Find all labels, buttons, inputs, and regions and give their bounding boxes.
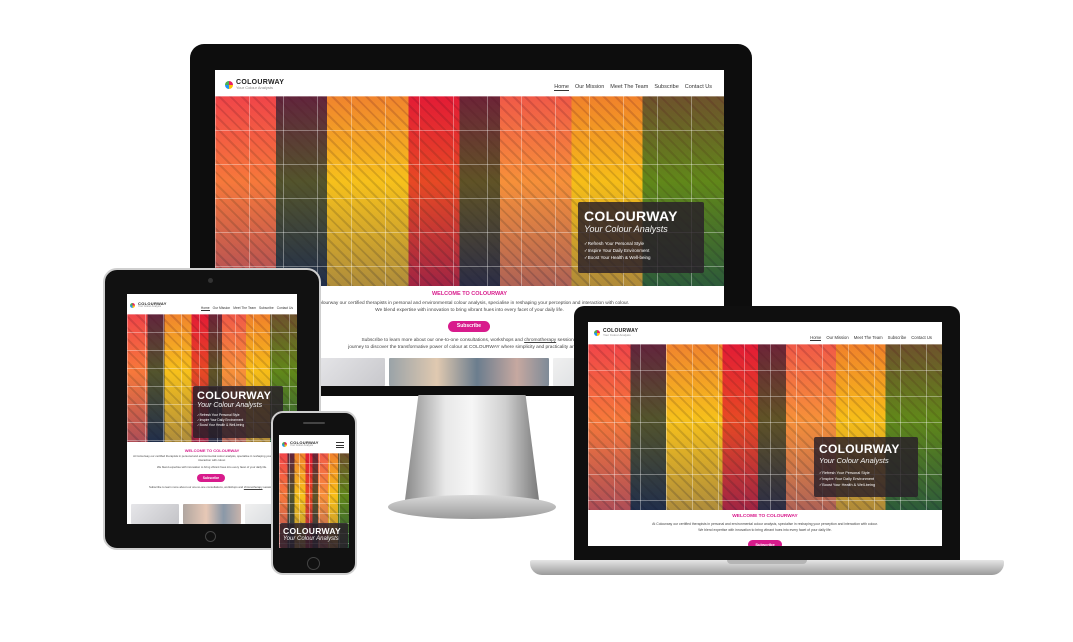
hero-title: COLOURWAY [283,526,341,536]
subscribe-button[interactable]: Subscribe [197,474,225,482]
hero-subtitle: Your Colour Analysts [819,456,889,465]
hero-subtitle: Your Colour Analysts [283,536,339,542]
logo-icon [130,302,135,308]
brand-tagline: Your Colour Analysts [138,305,162,308]
hero-subtitle: Your Colour Analysts [197,402,263,409]
nav-meet-the-team[interactable]: Meet The Team [610,84,648,91]
hero-card: COLOURWAY Your Colour Analysts Refresh Y… [814,437,918,497]
hero-card: COLOURWAY Your Colour Analysts [280,523,348,548]
laptop-screen: COLOURWAY Your Colour Analysts Home Our … [588,322,942,546]
phone-home-button[interactable] [307,557,320,570]
brand-logo[interactable]: COLOURWAY Your Colour Analysts [225,79,284,90]
brand-tagline: Your Colour Analysts [290,444,314,447]
brand-tagline: Your Colour Analysts [603,333,631,337]
hero-title: COLOURWAY [197,390,272,402]
monitor-stand [405,395,539,500]
hero-subtitle: Your Colour Analysts [584,224,668,234]
gallery-photo [183,504,241,524]
phone-screen: COLOURWAY Your Colour Analysts COLOURWAY… [279,435,349,548]
hero-card: COLOURWAY Your Colour Analysts Refresh Y… [193,386,283,438]
phone-speaker [303,422,325,424]
main-nav: Home Our Mission Meet The Team Subscribe… [200,306,293,311]
nav-subscribe[interactable]: Subscribe [259,306,274,311]
brand-tagline: Your Colour Analysts [236,85,273,90]
welcome-heading: WELCOME TO COLOURWAY [732,514,798,519]
welcome-para-1: At Colourway our certified therapists in… [652,522,878,526]
logo-icon [282,441,287,447]
welcome-para-1: At Colourway our certified therapists in… [133,454,291,462]
hero-bullet: Inspire Your Daily Environment [584,247,698,254]
nav-contact-us[interactable]: Contact Us [277,306,293,311]
nav-our-mission[interactable]: Our Mission [575,84,604,91]
chromotherapy-link[interactable]: chromotherapy [524,338,556,343]
nav-meet-the-team[interactable]: Meet The Team [854,335,883,341]
nav-our-mission[interactable]: Our Mission [826,335,848,341]
subscribe-button[interactable]: Subscribe [748,540,782,546]
main-nav: Home Our Mission Meet The Team Subscribe… [810,335,932,341]
hero-title: COLOURWAY [819,442,900,456]
welcome-para-3-text: Subscribe to learn more about our one-to… [361,338,523,343]
gallery-photo [389,358,549,386]
monitor-base [388,495,556,519]
hamburger-menu-icon[interactable] [336,442,344,448]
logo-icon [225,80,233,89]
welcome-para-3-text: Subscribe to learn more about our one-to… [149,485,244,489]
tablet-home-button[interactable] [205,531,216,542]
nav-home[interactable]: Home [554,84,569,91]
welcome-para-3: Subscribe to learn more about our one-to… [133,485,291,490]
hero-bullet: Boost Your Health & Well-being [584,254,698,261]
nav-subscribe[interactable]: Subscribe [888,335,907,341]
gallery-photo [311,358,385,386]
chromotherapy-link[interactable]: chromotherapy [244,485,263,489]
hero-bullet: Boost Your Health & Well-being [197,423,279,428]
subscribe-button[interactable]: Subscribe [448,321,490,332]
brand-logo[interactable]: COLOURWAY Your Colour Analysts [282,441,319,448]
hero-bullet: Boost Your Health & Well-being [819,482,913,488]
welcome-para-2: We blend expertise with innovation to br… [156,465,268,469]
laptop-notch [727,560,807,564]
gallery-photo [131,504,179,524]
nav-contact-us[interactable]: Contact Us [685,84,712,91]
nav-meet-the-team[interactable]: Meet The Team [233,306,256,311]
tablet-camera [208,278,213,283]
main-nav: Home Our Mission Meet The Team Subscribe… [554,84,712,91]
hero-bullet: Refresh Your Personal Style [584,240,698,247]
hero-card: COLOURWAY Your Colour Analysts Refresh Y… [578,202,704,273]
logo-icon [594,330,600,336]
welcome-para-2: We blend expertise with innovation to br… [698,528,832,532]
nav-subscribe[interactable]: Subscribe [654,84,678,91]
nav-home[interactable]: Home [200,306,210,311]
brand-logo[interactable]: COLOURWAY Your Colour Analysts [594,329,638,337]
nav-our-mission[interactable]: Our Mission [213,306,231,311]
hero-title: COLOURWAY [584,208,678,224]
nav-home[interactable]: Home [810,335,822,341]
nav-contact-us[interactable]: Contact Us [911,335,932,341]
brand-logo[interactable]: COLOURWAY Your Colour Analysts [130,302,167,309]
